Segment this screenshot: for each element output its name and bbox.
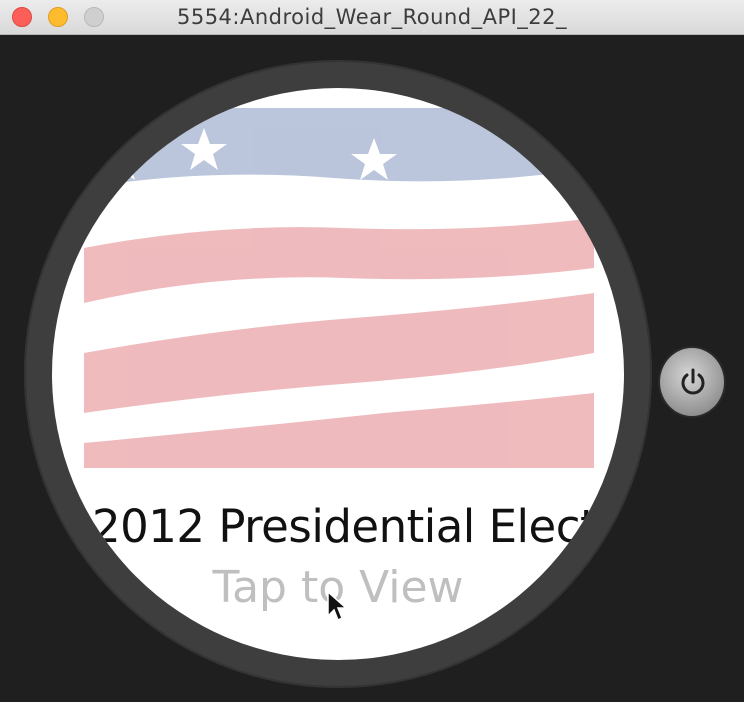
power-icon bbox=[681, 368, 705, 395]
power-button[interactable] bbox=[658, 346, 726, 418]
window-title: 5554:Android_Wear_Round_API_22_ bbox=[176, 5, 568, 29]
flag-image bbox=[84, 108, 594, 468]
notification-title: 2012 Presidential Election bbox=[92, 500, 624, 553]
mouse-cursor-icon bbox=[327, 590, 348, 622]
window-titlebar: 5554:Android_Wear_Round_API_22_ bbox=[0, 0, 744, 35]
watch-screen[interactable]: 2012 Presidential Election Tap to View bbox=[52, 88, 624, 660]
